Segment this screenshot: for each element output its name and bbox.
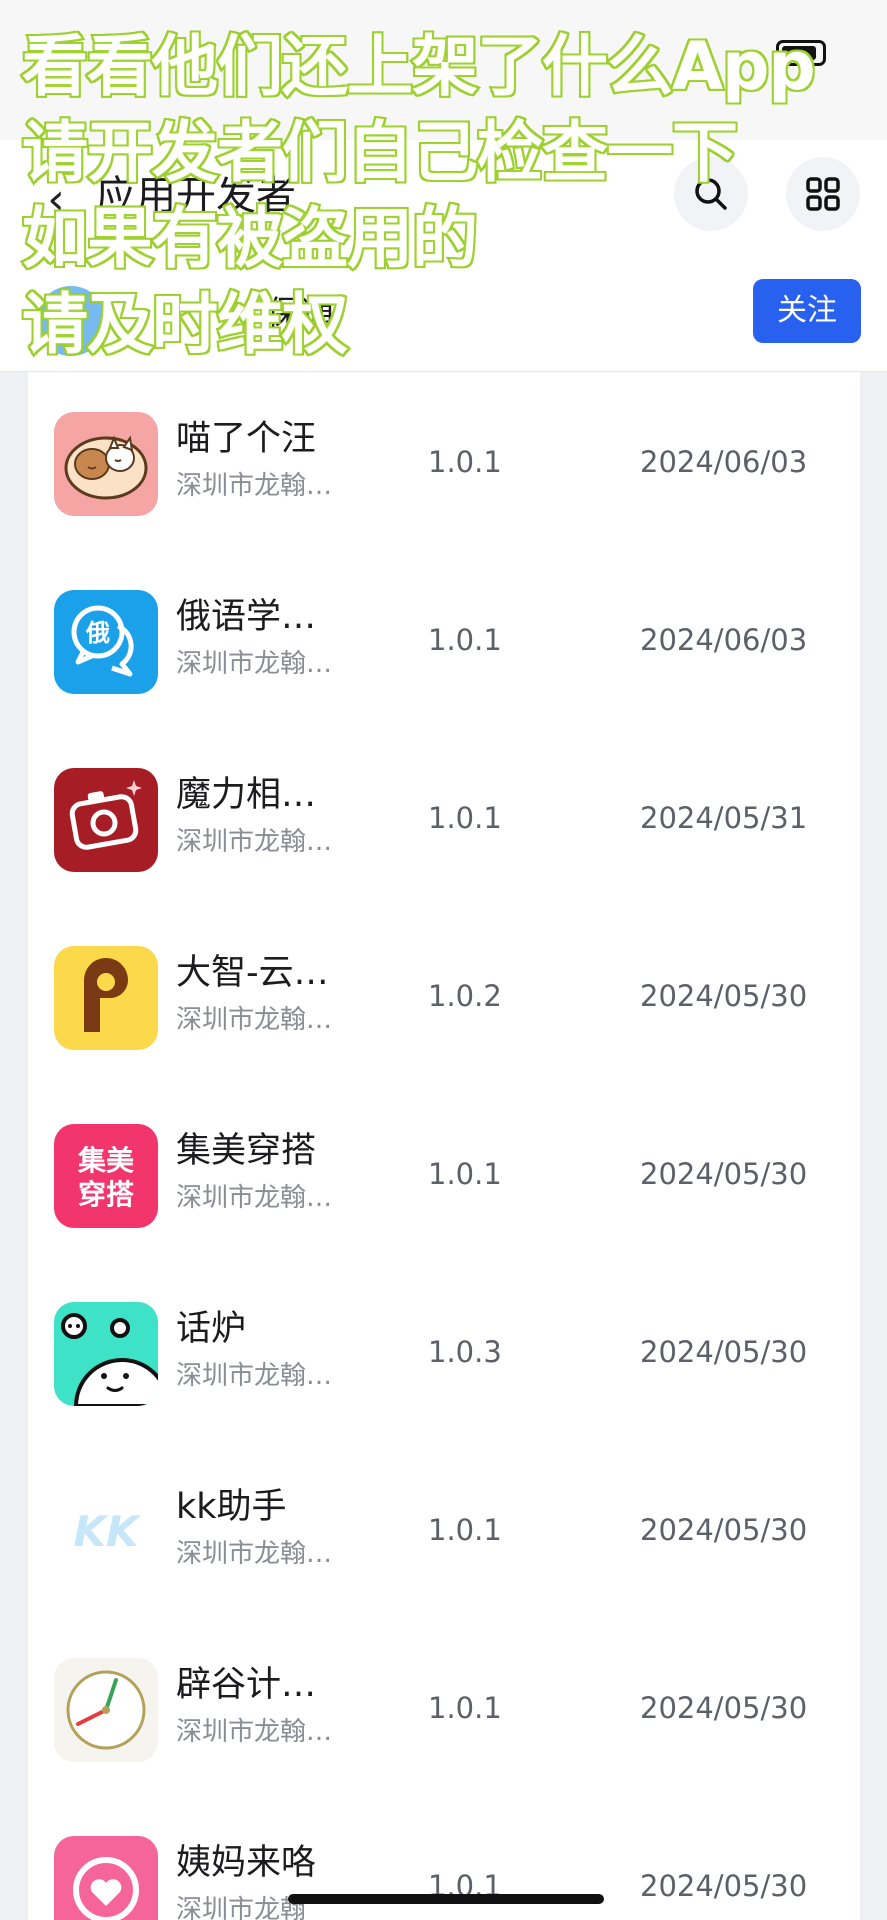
app-name: 集美穿搭 <box>176 1131 317 1171</box>
app-version: 1.0.1 <box>428 1691 502 1725</box>
list-item[interactable]: 话炉 深圳市龙翰… 1.0.3 2024/05/30 <box>28 1262 860 1440</box>
russian-chat-icon: 俄 <box>54 590 158 694</box>
menu-button[interactable] <box>786 157 860 231</box>
app-name: 喵了个汪 <box>176 419 317 459</box>
app-date: 2024/05/30 <box>640 1335 808 1369</box>
icon-text: KK <box>73 1507 142 1556</box>
list-item[interactable]: 魔力相… 深圳市龙翰… 1.0.1 2024/05/31 <box>28 728 860 906</box>
app-list: 喵了个汪 深圳市龙翰… 1.0.1 2024/06/03 俄 俄语学… 深圳市龙… <box>28 372 860 1920</box>
battery-icon <box>776 40 826 66</box>
app-name: 姨妈来咯 <box>176 1843 317 1883</box>
app-date: 2024/06/03 <box>640 623 808 657</box>
app-page: ‹ 应用开发者 保通 关注 喵了个汪 深圳市龙翰… 1.0.1 2024/06/… <box>0 0 887 1920</box>
app-version: 1.0.1 <box>428 445 502 479</box>
home-indicator <box>288 1894 604 1904</box>
jimei-outfit-icon: 集美 穿搭 <box>54 1124 158 1228</box>
grid-icon <box>806 177 840 211</box>
camera-icon <box>54 768 158 872</box>
app-developer: 深圳市龙翰… <box>176 1539 333 1569</box>
app-date: 2024/05/30 <box>640 1691 808 1725</box>
letter-p-icon <box>54 946 158 1050</box>
app-version: 1.0.2 <box>428 979 502 1013</box>
app-developer: 深圳市龙翰… <box>176 1183 333 1213</box>
smiley-face-icon <box>54 1302 158 1406</box>
list-item[interactable]: 集美 穿搭 集美穿搭 深圳市龙翰… 1.0.1 2024/05/30 <box>28 1084 860 1262</box>
list-item[interactable]: 喵了个汪 深圳市龙翰… 1.0.1 2024/06/03 <box>28 372 860 550</box>
app-date: 2024/05/30 <box>640 1513 808 1547</box>
app-date: 2024/05/30 <box>640 979 808 1013</box>
list-item[interactable]: 俄 俄语学… 深圳市龙翰… 1.0.1 2024/06/03 <box>28 550 860 728</box>
app-date: 2024/05/30 <box>640 1869 808 1903</box>
app-version: 1.0.1 <box>428 801 502 835</box>
app-name: 俄语学… <box>176 597 317 637</box>
status-bar <box>0 0 887 140</box>
list-item[interactable]: KK kk助手 深圳市龙翰… 1.0.1 2024/05/30 <box>28 1440 860 1618</box>
app-date: 2024/06/03 <box>640 445 808 479</box>
app-name: 大智-云… <box>176 953 329 993</box>
app-date: 2024/05/31 <box>640 801 808 835</box>
app-name: 魔力相… <box>176 775 317 815</box>
app-version: 1.0.1 <box>428 1513 502 1547</box>
search-button[interactable] <box>674 157 748 231</box>
app-version: 1.0.3 <box>428 1335 502 1369</box>
svg-text:俄: 俄 <box>85 619 110 647</box>
app-name: 辟谷计… <box>176 1665 317 1705</box>
clock-fork-icon <box>54 1658 158 1762</box>
heart-moon-icon <box>54 1836 158 1920</box>
app-developer: 深圳市龙翰… <box>176 649 333 679</box>
app-name: 话炉 <box>176 1309 247 1349</box>
app-developer: 深圳市龙翰… <box>176 827 333 857</box>
search-icon <box>695 178 727 210</box>
back-arrow-icon[interactable]: ‹ <box>26 170 86 230</box>
cat-dog-icon <box>54 412 158 516</box>
header: ‹ 应用开发者 保通 关注 <box>0 0 887 372</box>
app-version: 1.0.1 <box>428 623 502 657</box>
developer-avatar <box>36 286 106 356</box>
app-developer: 深圳市龙翰… <box>176 471 333 501</box>
icon-text: 集美 <box>77 1144 134 1177</box>
app-developer: 深圳市龙翰… <box>176 1717 333 1747</box>
follow-button[interactable]: 关注 <box>753 279 861 343</box>
kk-logo-icon: KK <box>54 1480 158 1584</box>
app-version: 1.0.1 <box>428 1157 502 1191</box>
app-developer: 深圳市龙翰… <box>176 1005 333 1035</box>
developer-name: 保通 <box>266 294 334 334</box>
app-developer: 深圳市龙翰… <box>176 1361 333 1391</box>
icon-text: 穿搭 <box>78 1178 134 1211</box>
page-title: 应用开发者 <box>96 173 296 219</box>
list-item[interactable]: 大智-云… 深圳市龙翰… 1.0.2 2024/05/30 <box>28 906 860 1084</box>
list-item[interactable]: 辟谷计… 深圳市龙翰… 1.0.1 2024/05/30 <box>28 1618 860 1796</box>
app-date: 2024/05/30 <box>640 1157 808 1191</box>
app-name: kk助手 <box>176 1487 287 1527</box>
